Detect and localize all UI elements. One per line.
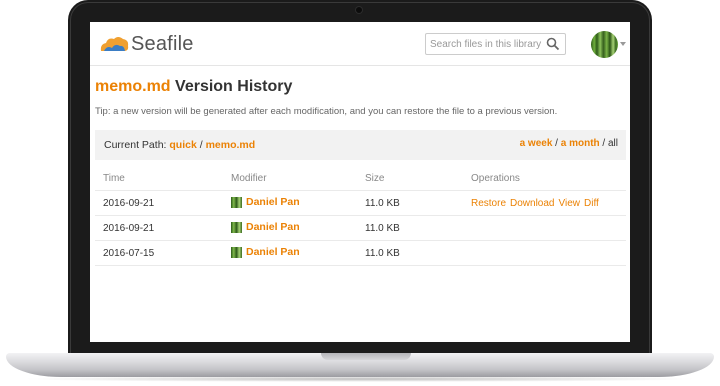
row-size: 11.0 KB (365, 248, 400, 259)
column-header-modifier: Modifier (231, 173, 267, 184)
laptop-notch (321, 353, 411, 360)
restore-link[interactable]: Restore (471, 198, 506, 209)
time-filters: a week / a month / all (520, 138, 618, 149)
page-title-suffix: Version History (170, 78, 293, 95)
row-operations: Restore Download View Diff (471, 198, 603, 209)
row-modifier: Daniel Pan (231, 196, 300, 208)
laptop-base (6, 353, 714, 377)
diff-link[interactable]: Diff (584, 198, 599, 209)
history-table: Time Modifier Size Operations 2016-09-21… (95, 168, 626, 266)
modifier-avatar (231, 246, 242, 258)
modifier-link[interactable]: Daniel Pan (246, 221, 300, 233)
logo[interactable]: Seafile (98, 31, 194, 57)
search-icon[interactable] (546, 37, 560, 51)
column-header-operations: Operations (471, 173, 520, 184)
file-name: memo.md (95, 78, 171, 95)
filter-month[interactable]: a month (561, 138, 600, 149)
path-link-quick[interactable]: quick (169, 139, 196, 151)
filter-week[interactable]: a week (520, 138, 553, 149)
path-label-text: Current Path: (104, 139, 170, 151)
user-avatar[interactable] (591, 31, 618, 58)
search-input[interactable] (426, 34, 548, 54)
chevron-down-icon[interactable] (620, 42, 626, 46)
path-link-file[interactable]: memo.md (206, 139, 256, 151)
search-box (425, 33, 566, 55)
row-modifier: Daniel Pan (231, 246, 300, 258)
modifier-link[interactable]: Daniel Pan (246, 246, 300, 258)
path-separator: / (196, 139, 206, 151)
row-time: 2016-09-21 (103, 223, 155, 234)
table-header: Time Modifier Size Operations (95, 168, 626, 191)
row-size: 11.0 KB (365, 198, 400, 209)
modifier-link[interactable]: Daniel Pan (246, 196, 300, 208)
column-header-size: Size (365, 173, 385, 184)
row-size: 11.0 KB (365, 223, 400, 234)
modifier-avatar (231, 196, 242, 208)
row-time: 2016-07-15 (103, 248, 155, 259)
row-modifier: Daniel Pan (231, 221, 300, 233)
path-bar: Current Path: quick / memo.md a week / a… (95, 130, 626, 160)
view-link[interactable]: View (559, 198, 581, 209)
filter-all[interactable]: all (608, 138, 618, 149)
seafile-logo-icon (100, 37, 129, 51)
download-link[interactable]: Download (510, 198, 554, 209)
filter-separator: / (552, 138, 561, 149)
filter-separator: / (599, 138, 608, 149)
row-time: 2016-09-21 (103, 198, 155, 209)
page-title: memo.md Version History (95, 78, 292, 96)
screen: Seafile memo.md Version History Tip: a n… (90, 22, 630, 342)
top-bar: Seafile (90, 22, 630, 66)
tip-text: Tip: a new version will be generated aft… (95, 106, 558, 117)
table-row[interactable]: 2016-09-21 Daniel Pan 11.0 KB (95, 216, 626, 241)
column-header-time: Time (103, 173, 125, 184)
modifier-avatar (231, 221, 242, 233)
camera-icon (356, 7, 362, 13)
logo-text: Seafile (131, 32, 194, 55)
table-row[interactable]: 2016-09-21 Daniel Pan 11.0 KB Restore Dow… (95, 191, 626, 216)
table-row[interactable]: 2016-07-15 Daniel Pan 11.0 KB (95, 241, 626, 266)
current-path: Current Path: quick / memo.md (104, 139, 255, 151)
